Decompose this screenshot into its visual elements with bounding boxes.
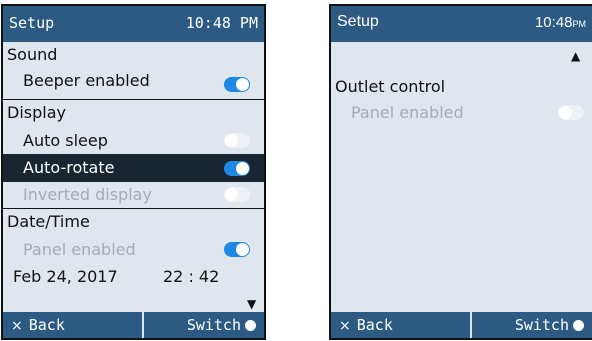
toggle-knob xyxy=(225,188,238,201)
setting-label: Auto-rotate xyxy=(23,158,115,177)
clock-time: 10:48 xyxy=(534,14,573,31)
auto-sleep-toggle[interactable] xyxy=(224,133,250,148)
setting-auto-sleep[interactable]: Auto sleep xyxy=(3,128,264,154)
section-label: Sound xyxy=(7,45,58,64)
title-bar: Setup 10:48PM xyxy=(331,6,592,42)
toggle-knob xyxy=(559,106,572,119)
close-icon: × xyxy=(11,318,23,334)
setting-label: Inverted display xyxy=(23,185,152,204)
toggle-knob xyxy=(225,134,238,147)
scroll-up-icon: ▲ xyxy=(571,49,581,63)
section-label: Display xyxy=(7,103,66,122)
toggle-knob xyxy=(236,162,249,175)
setting-beeper-enabled[interactable]: Beeper enabled xyxy=(3,68,264,94)
setting-inverted-display: Inverted display xyxy=(3,182,264,208)
scroll-down-icon: ▼ xyxy=(247,297,257,311)
auto-rotate-toggle[interactable] xyxy=(224,161,250,176)
section-label: Date/Time xyxy=(7,212,90,231)
title-bar: Setup 10:48 PM xyxy=(3,6,264,42)
bottom-bar: × Back Switch xyxy=(331,312,592,338)
close-icon: × xyxy=(339,318,351,334)
screen-title: Setup xyxy=(337,13,379,30)
setting-panel-enabled: Panel enabled xyxy=(331,100,592,126)
clock: 10:48 PM xyxy=(185,14,258,32)
setting-panel-enabled[interactable]: Panel enabled xyxy=(3,237,264,263)
switch-button[interactable]: Switch xyxy=(187,316,256,334)
date-value[interactable]: Feb 24, 2017 xyxy=(13,267,118,286)
dot-icon xyxy=(245,320,256,331)
switch-label: Switch xyxy=(186,316,241,334)
time-value[interactable]: 22 : 42 xyxy=(163,267,219,286)
date-time-row[interactable]: Feb 24, 2017 22 : 42 xyxy=(3,263,264,291)
setup-screen-2: Setup 10:48PM ▲ Outlet control Panel ena… xyxy=(329,4,592,340)
switch-label: Switch xyxy=(514,316,569,334)
clock-ampm: PM xyxy=(572,19,587,29)
inverted-display-toggle xyxy=(224,187,250,202)
setting-label: Panel enabled xyxy=(351,103,464,122)
toggle-knob xyxy=(236,78,249,91)
back-label: Back xyxy=(28,316,65,334)
dot-icon xyxy=(573,320,584,331)
section-outlet-control: Outlet control xyxy=(331,74,592,100)
panel-enabled-toggle[interactable] xyxy=(224,242,250,257)
back-label: Back xyxy=(356,316,393,334)
setup-screen-1: Setup 10:48 PM Sound Beeper enabled Disp… xyxy=(1,4,266,340)
toggle-knob xyxy=(236,243,249,256)
setting-auto-rotate[interactable]: Auto-rotate xyxy=(3,154,264,182)
beeper-toggle[interactable] xyxy=(224,77,250,92)
section-label: Outlet control xyxy=(335,77,446,96)
setting-label: Beeper enabled xyxy=(23,71,150,90)
section-display: Display xyxy=(3,100,264,126)
button-separator xyxy=(470,312,472,338)
switch-button[interactable]: Switch xyxy=(515,316,584,334)
setting-label: Auto sleep xyxy=(23,131,108,150)
panel-enabled-toggle xyxy=(558,105,584,120)
setting-label: Panel enabled xyxy=(23,240,136,259)
back-button[interactable]: × Back xyxy=(11,316,65,334)
bottom-bar: × Back Switch xyxy=(3,312,264,338)
button-separator xyxy=(142,312,144,338)
back-button[interactable]: × Back xyxy=(339,316,393,334)
section-sound: Sound xyxy=(3,42,264,68)
screen-title: Setup xyxy=(9,14,55,32)
clock: 10:48PM xyxy=(535,14,586,31)
section-datetime: Date/Time xyxy=(3,209,264,235)
